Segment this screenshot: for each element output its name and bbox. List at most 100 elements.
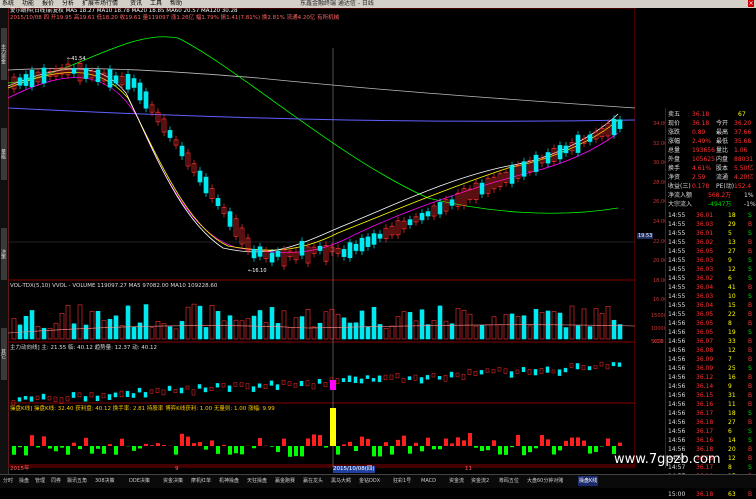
quote-row: 净流入额568.2万1% xyxy=(668,191,755,200)
bottom-tab[interactable]: 筹码五位 xyxy=(498,476,520,486)
volume-bar xyxy=(258,311,262,339)
left-tab-volume[interactable]: 量能 xyxy=(1,128,7,180)
bottom-tab[interactable]: 操盘K线 xyxy=(578,476,598,486)
candle-body xyxy=(132,79,136,88)
tick-side: B xyxy=(748,418,752,427)
chart-area[interactable] xyxy=(8,8,635,468)
quote-row: 15:0036.1863B xyxy=(668,490,755,499)
volume-bar xyxy=(570,306,574,339)
indicator1-bar xyxy=(84,396,87,401)
menu-item-function[interactable]: 功能 xyxy=(22,0,34,8)
menu-item-tools[interactable]: 工具 xyxy=(150,0,162,8)
tick-side: B xyxy=(748,346,752,355)
menu-item-quote[interactable]: 报价 xyxy=(42,0,54,8)
indicator1-bar xyxy=(66,397,69,401)
indicator2-bar xyxy=(468,433,472,446)
bottom-tab[interactable]: 狂彩1号 xyxy=(392,476,412,486)
bottom-tab[interactable]: MACD xyxy=(420,476,437,486)
indicator2-bar xyxy=(522,446,526,455)
indicator2-bar xyxy=(402,436,406,446)
flow-label: 净流入额 xyxy=(668,191,692,200)
tick-time: 14:56 xyxy=(668,373,685,382)
indicator1-bar xyxy=(48,396,51,400)
tick-volume: 31 xyxy=(728,391,736,400)
quote-row: 净资2.59流通4.20亿 xyxy=(668,173,755,182)
volume-bar xyxy=(372,307,376,339)
left-tab-decision[interactable]: 决策 xyxy=(1,228,7,280)
candle-body xyxy=(252,249,256,258)
quote-row: 14:5636.0519S xyxy=(668,328,755,337)
bottom-tab[interactable]: 赢金跑赛 xyxy=(274,476,296,486)
bottom-tab[interactable]: 机神操盘 xyxy=(218,476,240,486)
tick-time: 14:56 xyxy=(668,364,685,373)
quote-row: 14:5536.0415B xyxy=(668,301,755,310)
bottom-tab[interactable]: 分时 xyxy=(2,476,14,486)
bottom-tab[interactable]: 飘讯五角 xyxy=(66,476,88,486)
menu-item-analysis[interactable]: 分析 xyxy=(62,0,74,8)
volume-bar xyxy=(90,311,94,339)
bottom-tab[interactable]: 资金流2 xyxy=(470,476,490,486)
tick-price: 36.03 xyxy=(696,220,713,229)
candle-body xyxy=(42,68,46,83)
bottom-tab[interactable]: 同券 xyxy=(50,476,62,486)
quote-value-2: 36.20 xyxy=(734,119,751,128)
volume-bar xyxy=(102,321,106,339)
candle-body xyxy=(480,183,484,194)
tick-volume: 6 xyxy=(728,427,732,436)
quote-panel: 卖五36.1867现价36.18今开36.20涨跌0.89最高37.66涨幅2.… xyxy=(665,108,756,468)
bottom-tab[interactable]: 大盘60分钟对赌 xyxy=(526,476,564,486)
left-tab-main-fund[interactable]: 主力资金 xyxy=(1,28,7,80)
indicator2-bar xyxy=(114,446,118,455)
menu-item-extended[interactable]: 扩展市场行情 xyxy=(82,0,118,8)
indicator2-bar xyxy=(336,446,340,455)
volume-bar xyxy=(312,327,316,339)
volume-bar xyxy=(348,323,352,339)
indicator1-bar xyxy=(594,366,597,369)
menu-item-help[interactable]: 帮助 xyxy=(170,0,182,8)
bottom-tab[interactable]: 管理 xyxy=(34,476,46,486)
indicator2-bar xyxy=(156,443,160,446)
quote-row: 14:5636.0925S xyxy=(668,364,755,373)
indicator2-bar xyxy=(192,443,196,446)
bottom-tab[interactable]: 摩机红单 xyxy=(190,476,212,486)
indicator1-bar xyxy=(120,391,123,397)
bottom-tab[interactable]: 黑马大鳄 xyxy=(330,476,352,486)
tick-volume: 12 xyxy=(728,265,736,274)
bottom-tab[interactable]: 赢在龙头 xyxy=(302,476,324,486)
ma20-line xyxy=(8,78,618,253)
bottom-tab[interactable]: 308决策 xyxy=(94,476,116,486)
menu-item-info[interactable]: 资讯 xyxy=(130,0,142,8)
indicator2-bar xyxy=(96,446,100,449)
tick-time: 14:56 xyxy=(668,355,685,364)
candle-body xyxy=(348,243,352,258)
volume-bar xyxy=(48,328,52,339)
indicator1-bar xyxy=(246,383,249,388)
kline-chart-svg[interactable] xyxy=(8,8,635,468)
indicator2-bar xyxy=(222,445,226,446)
tick-side: S xyxy=(748,427,752,436)
indicator1-bar xyxy=(126,391,129,397)
indicator1-bar xyxy=(510,372,513,378)
left-tab-other[interactable]: 其它 xyxy=(1,328,7,380)
quote-value-2: 152.4 xyxy=(734,182,751,191)
tick-price: 36.04 xyxy=(696,301,713,310)
bottom-tab[interactable]: 资金流 xyxy=(448,476,465,486)
bottom-tab[interactable]: 天狂操盘 xyxy=(246,476,268,486)
volume-bar xyxy=(228,316,232,339)
candle-body xyxy=(126,74,130,89)
indicator2-bar xyxy=(366,439,370,446)
volume-bar xyxy=(288,327,292,339)
bottom-tab[interactable]: 操盘 xyxy=(18,476,30,486)
menu-item-system[interactable]: 系统 xyxy=(2,0,14,8)
volume-bar xyxy=(72,324,76,339)
indicator1-bar xyxy=(588,366,591,369)
indicator1-bar xyxy=(168,386,171,390)
indicator1-bar xyxy=(612,362,615,365)
indicator2-bar xyxy=(180,434,184,446)
volume-bar xyxy=(324,312,328,339)
bottom-tab[interactable]: 金钻DDX xyxy=(358,476,381,486)
close-icon[interactable]: × xyxy=(748,0,754,7)
bottom-tab[interactable]: 资金决策 xyxy=(162,476,184,486)
indicator1-bar xyxy=(408,377,411,380)
bottom-tab[interactable]: DDE决策 xyxy=(128,476,151,486)
